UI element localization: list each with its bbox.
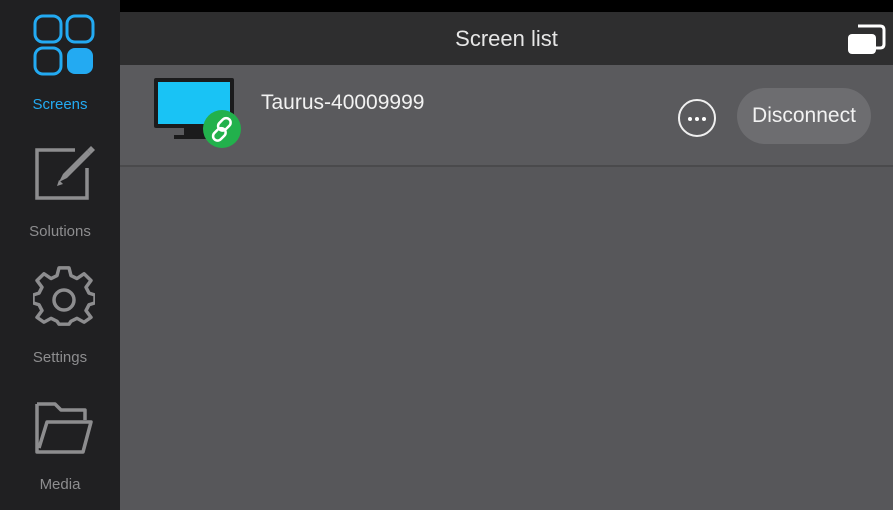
screens-grid-icon — [33, 14, 95, 76]
edit-pencil-icon — [35, 146, 95, 200]
list-item[interactable]: Taurus-40009999 Disconnect — [120, 65, 893, 167]
more-options-button[interactable] — [678, 99, 716, 137]
folder-icon — [35, 402, 93, 454]
sidebar-item-label: Solutions — [29, 223, 91, 240]
sidebar-item-label: Settings — [32, 349, 88, 366]
screen-list: Taurus-40009999 Disconnect — [120, 65, 893, 510]
disconnect-button[interactable]: Disconnect — [737, 88, 871, 144]
header-bar: Screen list — [120, 12, 893, 65]
sidebar-item-label: Screens — [32, 96, 88, 113]
screens-switch-icon[interactable] — [846, 22, 886, 56]
sidebar-item-solutions[interactable]: Solutions — [0, 126, 120, 252]
gear-icon — [33, 266, 95, 326]
link-icon — [203, 110, 241, 148]
sidebar-item-settings[interactable]: Settings — [0, 252, 120, 378]
sidebar: Screens Solutions Settings Media — [0, 0, 120, 510]
screen-name: Taurus-40009999 — [261, 91, 425, 114]
app-window: Screens Solutions Settings Media Screen … — [0, 0, 893, 510]
sidebar-item-media[interactable]: Media — [0, 378, 120, 504]
sidebar-item-label: Media — [39, 476, 81, 493]
page-title: Screen list — [455, 26, 558, 51]
sidebar-item-screens[interactable]: Screens — [0, 0, 120, 126]
